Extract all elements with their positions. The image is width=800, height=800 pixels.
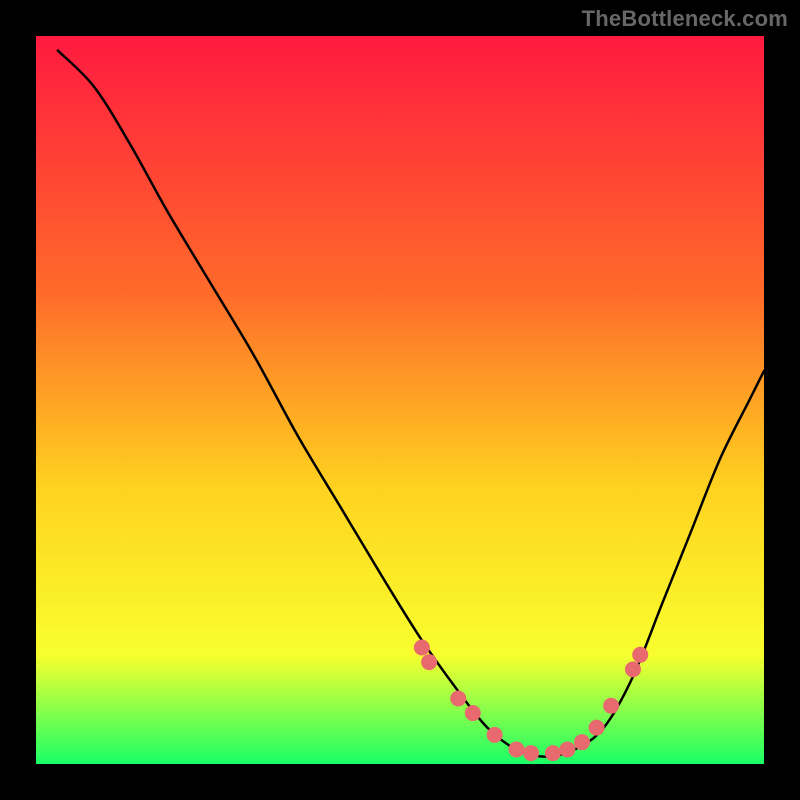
marker-dot <box>603 698 619 714</box>
marker-dot <box>574 734 590 750</box>
marker-dot <box>545 745 561 761</box>
marker-dot <box>589 720 605 736</box>
marker-dot <box>465 705 481 721</box>
marker-dot <box>625 661 641 677</box>
chart-frame: TheBottleneck.com <box>0 0 800 800</box>
watermark-text: TheBottleneck.com <box>582 6 788 32</box>
marker-dot <box>450 690 466 706</box>
marker-dot <box>487 727 503 743</box>
marker-dot <box>414 640 430 656</box>
marker-dot <box>632 647 648 663</box>
marker-dot <box>508 741 524 757</box>
marker-dot <box>421 654 437 670</box>
marker-dot <box>523 745 539 761</box>
plot-background <box>36 36 764 764</box>
bottleneck-chart <box>0 0 800 800</box>
marker-dot <box>559 741 575 757</box>
